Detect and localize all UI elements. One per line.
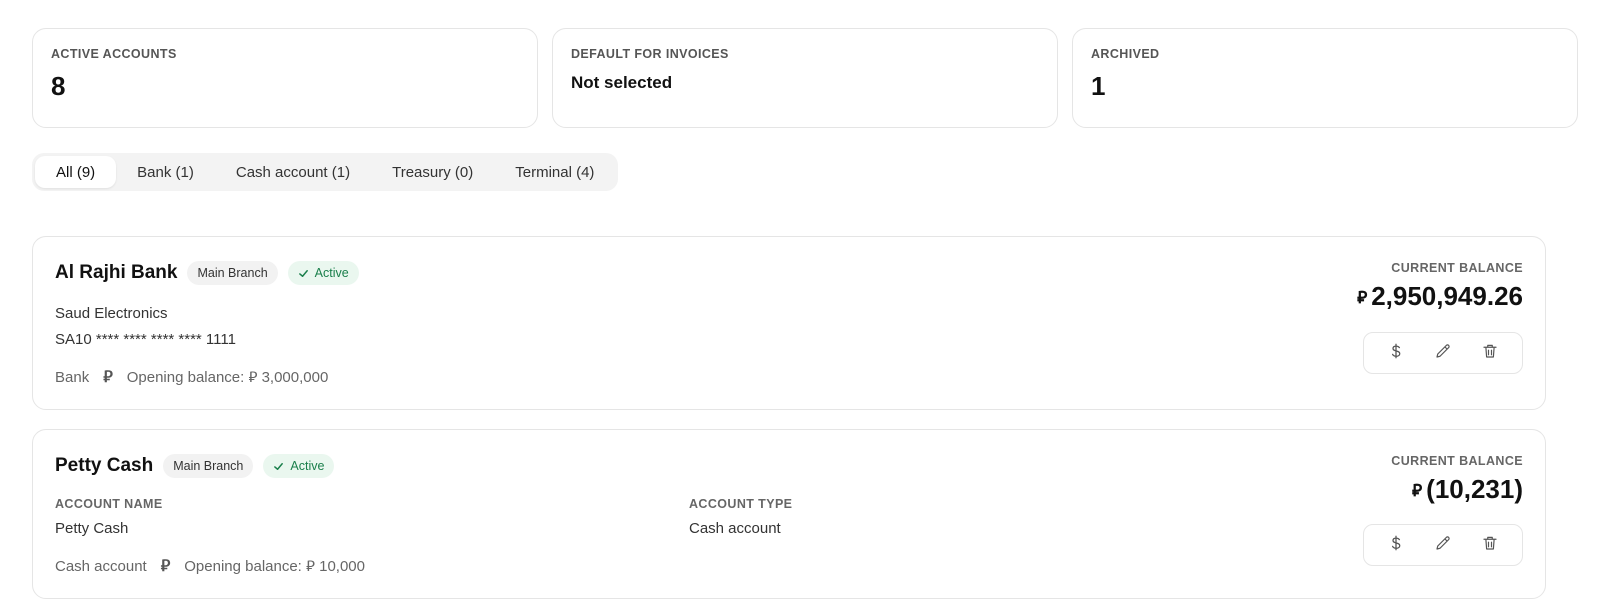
balance-amount: ⃁ 2,950,949.26	[1357, 281, 1523, 312]
opening-balance-value: 10,000	[319, 557, 365, 575]
account-header: Al Rajhi Bank Main Branch Active	[55, 261, 359, 285]
balance-amount: ⃁ (10,231)	[1391, 474, 1523, 505]
stat-card-active-accounts: ACTIVE ACCOUNTS 8	[32, 28, 538, 128]
check-icon	[298, 268, 309, 279]
stat-value: 8	[51, 71, 66, 101]
opening-balance-value: 3,000,000	[261, 368, 329, 386]
company-name: Saud Electronics	[55, 305, 168, 322]
balance-label: CURRENT BALANCE	[1391, 454, 1523, 468]
status-badge: Active	[263, 454, 335, 478]
tab-treasury[interactable]: Treasury (0)	[371, 156, 494, 188]
balance-value: 2,950,949.26	[1371, 281, 1523, 311]
account-actions	[1363, 332, 1523, 374]
account-meta: Cash account ⃁ Opening balance: ⃁ 10,000	[55, 556, 365, 576]
stat-card-default-invoices: DEFAULT FOR INVOICES Not selected	[552, 28, 1058, 128]
status-badge: Active	[287, 261, 359, 285]
stats-row: ACTIVE ACCOUNTS 8 DEFAULT FOR INVOICES N…	[32, 28, 1578, 128]
account-name: Al Rajhi Bank	[55, 262, 178, 283]
account-type-label: ACCOUNT TYPE	[689, 497, 793, 511]
stat-label: ACTIVE ACCOUNTS	[51, 47, 177, 61]
opening-balance: Opening balance: ⃁ 10,000	[184, 557, 365, 576]
iban: SA10 **** **** **** **** 1111	[55, 331, 236, 348]
currency-symbol-icon: ⃁	[248, 368, 258, 386]
current-balance: CURRENT BALANCE ⃁ (10,231)	[1391, 454, 1523, 505]
dollar-icon	[1387, 342, 1405, 365]
edit-button[interactable]	[1425, 530, 1461, 560]
opening-balance: Opening balance: ⃁ 3,000,000	[127, 368, 329, 387]
balance-value: (10,231)	[1426, 474, 1523, 504]
delete-button[interactable]	[1472, 530, 1508, 560]
account-type: Bank	[55, 368, 90, 386]
stat-label: ARCHIVED	[1091, 47, 1160, 61]
account-name: Petty Cash	[55, 455, 154, 476]
currency-symbol-icon: ⃁	[1412, 480, 1423, 500]
tab-terminal[interactable]: Terminal (4)	[494, 156, 615, 188]
opening-balance-label: Opening balance:	[126, 368, 245, 386]
branch-badge: Main Branch	[187, 261, 278, 285]
account-card: Al Rajhi Bank Main Branch Active Saud El…	[32, 236, 1546, 410]
account-actions	[1363, 524, 1523, 566]
branch-badge: Main Branch	[163, 454, 254, 478]
dollar-icon	[1387, 534, 1405, 557]
currency-symbol-icon: ⃁	[1357, 287, 1368, 307]
currency-symbol-icon: ⃁	[103, 369, 113, 386]
balance-label: CURRENT BALANCE	[1391, 261, 1523, 275]
account-type-tabs: All (9) Bank (1) Cash account (1) Treasu…	[32, 153, 619, 191]
stat-label: DEFAULT FOR INVOICES	[571, 47, 729, 61]
account-header: Petty Cash Main Branch Active	[55, 454, 335, 478]
account-name-value: Petty Cash	[55, 520, 129, 537]
transactions-button[interactable]	[1378, 530, 1414, 560]
edit-button[interactable]	[1425, 338, 1461, 368]
stat-card-archived: ARCHIVED 1	[1072, 28, 1578, 128]
trash-icon	[1481, 534, 1499, 557]
status-text: Active	[314, 266, 349, 280]
pencil-icon	[1434, 342, 1452, 365]
account-type: Cash account	[55, 557, 147, 575]
tab-bank[interactable]: Bank (1)	[116, 156, 215, 188]
account-meta: Bank ⃁ Opening balance: ⃁ 3,000,000	[55, 367, 328, 387]
opening-balance-label: Opening balance:	[184, 557, 302, 575]
trash-icon	[1481, 342, 1499, 365]
current-balance: CURRENT BALANCE ⃁ 2,950,949.26	[1357, 261, 1523, 312]
account-name-label: ACCOUNT NAME	[55, 497, 163, 511]
pencil-icon	[1434, 534, 1452, 557]
check-icon	[273, 461, 284, 472]
account-type-value: Cash account	[689, 520, 781, 537]
currency-symbol-icon: ⃁	[306, 557, 315, 575]
tab-all[interactable]: All (9)	[35, 156, 117, 188]
transactions-button[interactable]	[1378, 338, 1414, 368]
stat-value: Not selected	[571, 73, 673, 92]
stat-value: 1	[1091, 71, 1106, 101]
currency-symbol-icon: ⃁	[160, 558, 171, 575]
account-card: Petty Cash Main Branch Active ACCOUNT NA…	[32, 429, 1546, 599]
status-text: Active	[290, 459, 325, 473]
tab-cash-account[interactable]: Cash account (1)	[215, 156, 371, 188]
delete-button[interactable]	[1472, 338, 1508, 368]
